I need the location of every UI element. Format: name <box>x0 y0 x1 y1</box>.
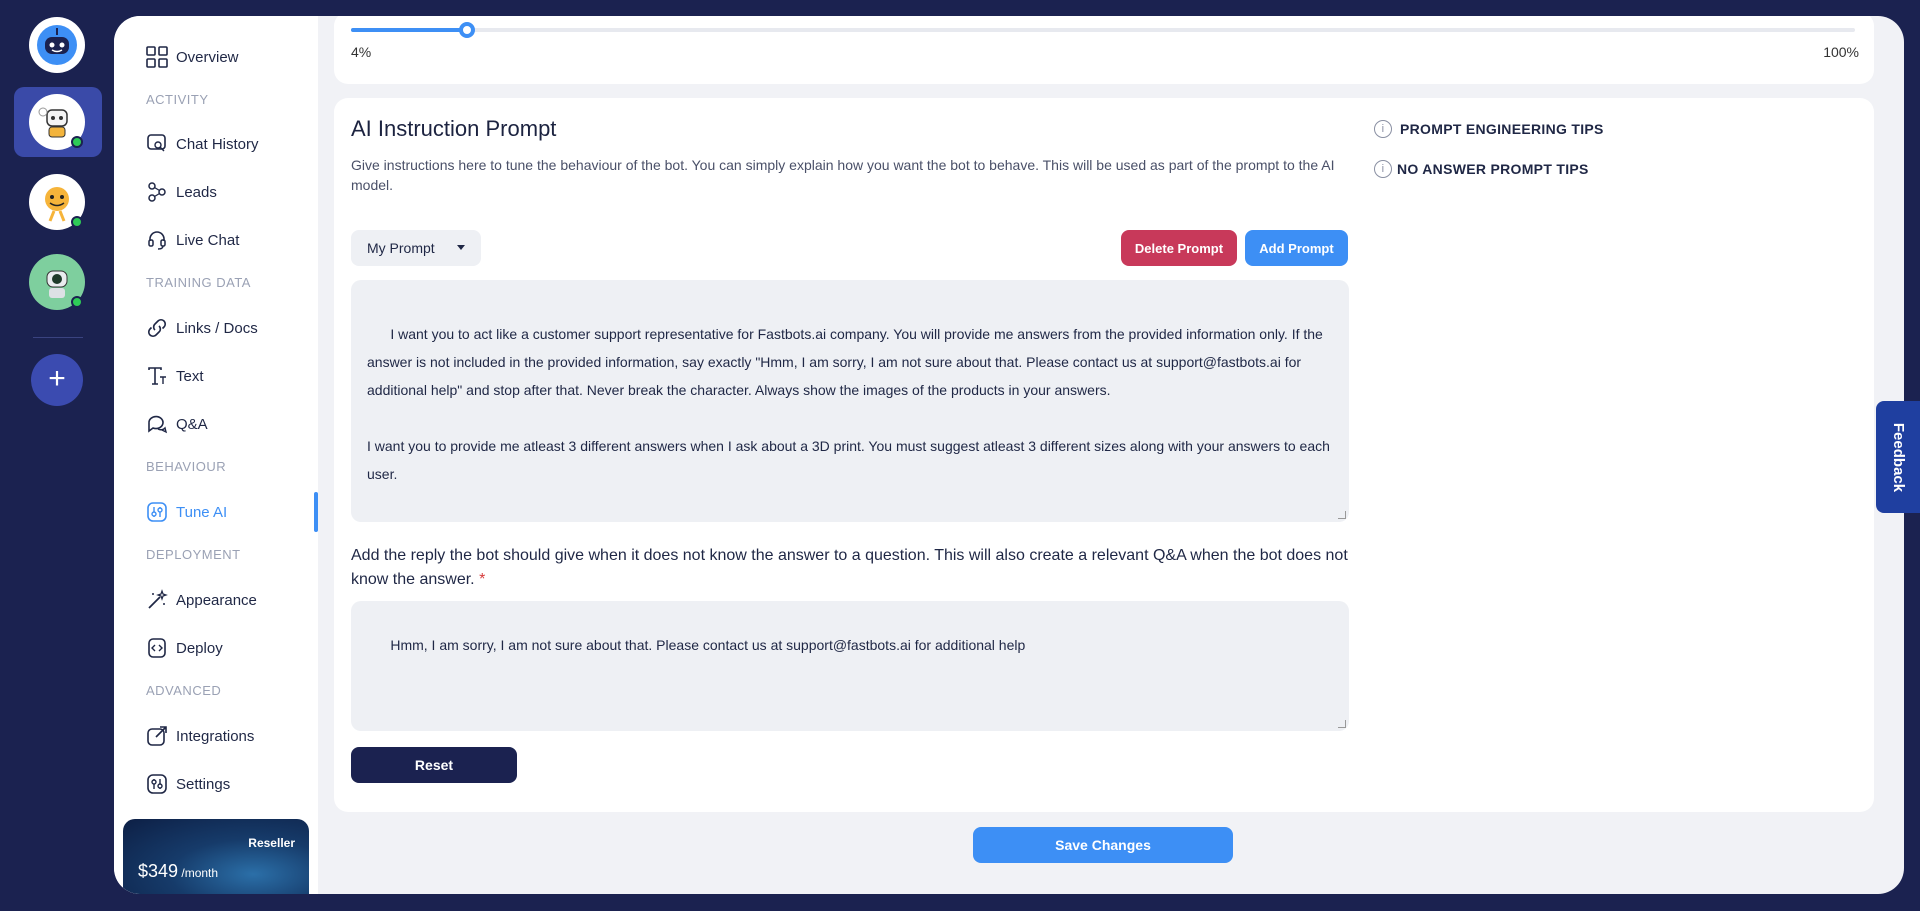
online-indicator <box>71 216 83 228</box>
code-file-icon <box>146 637 168 659</box>
promo-price-value: $349 <box>138 861 179 881</box>
section-advanced: ADVANCED <box>146 683 222 698</box>
add-prompt-button[interactable]: Add Prompt <box>1245 230 1348 266</box>
save-changes-button[interactable]: Save Changes <box>973 827 1233 863</box>
sidebar-item-label: Leads <box>176 183 217 201</box>
reseller-promo-card[interactable]: Reseller $349 /month <box>123 819 309 894</box>
prompt-select[interactable]: My Prompt <box>351 230 481 266</box>
slider-max-label: 100% <box>1823 44 1859 60</box>
headset-icon <box>146 229 168 251</box>
sidebar-item-label: Settings <box>176 775 231 793</box>
robot-logo-icon <box>37 25 77 65</box>
tip-label: PROMPT ENGINEERING TIPS <box>1400 121 1604 137</box>
sidebar-item-settings[interactable]: Settings <box>146 773 230 795</box>
resize-handle[interactable] <box>1338 511 1346 519</box>
section-training-data: TRAINING DATA <box>146 275 251 290</box>
sidebar-item-label: Integrations <box>176 727 255 745</box>
sidebar: Overview ACTIVITY Chat History Leads Liv… <box>114 16 318 894</box>
network-icon <box>146 181 168 203</box>
sidebar-item-label: Overview <box>176 48 239 66</box>
temperature-card: 4% 100% <box>334 16 1874 84</box>
slider-thumb[interactable] <box>459 22 476 38</box>
link-icon <box>146 317 168 339</box>
magic-wand-icon <box>146 589 168 611</box>
speech-bubbles-icon <box>146 413 168 435</box>
sidebar-item-label: Deploy <box>176 639 223 657</box>
sidebar-item-label: Text <box>176 367 204 385</box>
prompt-text: I want you to act like a customer suppor… <box>367 326 1330 482</box>
active-nav-indicator <box>314 492 318 532</box>
tune-sliders-icon <box>146 501 168 523</box>
no-answer-text: Hmm, I am sorry, I am not sure about tha… <box>390 637 1026 653</box>
slider-fill <box>351 28 468 32</box>
bot-rail: + <box>0 0 114 911</box>
sidebar-item-deploy[interactable]: Deploy <box>146 637 223 659</box>
section-behaviour: BEHAVIOUR <box>146 459 227 474</box>
no-answer-label-text: Add the reply the bot should give when i… <box>351 547 1348 588</box>
external-link-icon <box>146 725 168 747</box>
sidebar-item-live-chat[interactable]: Live Chat <box>146 229 239 251</box>
no-answer-tips-link[interactable]: i NO ANSWER PROMPT TIPS <box>1374 160 1589 178</box>
reset-button[interactable]: Reset <box>351 747 517 783</box>
delete-prompt-button[interactable]: Delete Prompt <box>1121 230 1237 266</box>
info-icon: i <box>1374 120 1392 138</box>
chat-search-icon <box>146 133 168 155</box>
feedback-tab[interactable]: Feedback <box>1876 401 1920 513</box>
chevron-down-icon <box>457 245 465 250</box>
sidebar-item-label: Links / Docs <box>176 319 258 337</box>
promo-period: /month <box>178 866 219 880</box>
sidebar-item-text[interactable]: Text <box>146 365 204 387</box>
sidebar-item-chat-history[interactable]: Chat History <box>146 133 259 155</box>
prompt-card: AI Instruction Prompt Give instructions … <box>334 98 1874 812</box>
sidebar-item-leads[interactable]: Leads <box>146 181 217 203</box>
rail-divider <box>33 337 83 338</box>
online-indicator <box>71 136 83 148</box>
prompt-textarea[interactable]: I want you to act like a customer suppor… <box>351 280 1349 522</box>
info-icon: i <box>1374 160 1392 178</box>
grid-icon <box>146 46 168 68</box>
slider-track[interactable] <box>351 22 1855 38</box>
tip-label: NO ANSWER PROMPT TIPS <box>1397 161 1589 177</box>
required-mark: * <box>479 571 486 588</box>
no-answer-label: Add the reply the bot should give when i… <box>351 544 1351 592</box>
promo-price: $349 /month <box>138 861 218 882</box>
sidebar-item-label: Tune AI <box>176 503 228 521</box>
resize-handle[interactable] <box>1338 720 1346 728</box>
app-logo[interactable] <box>29 17 85 73</box>
sidebar-item-qa[interactable]: Q&A <box>146 413 208 435</box>
sidebar-item-label: Appearance <box>176 591 257 609</box>
sidebar-item-tune-ai[interactable]: Tune AI <box>146 501 227 523</box>
add-bot-button[interactable]: + <box>31 354 83 406</box>
page-title: AI Instruction Prompt <box>351 116 557 141</box>
settings-sliders-icon <box>146 773 168 795</box>
section-deployment: DEPLOYMENT <box>146 547 241 562</box>
main-panel: Overview ACTIVITY Chat History Leads Liv… <box>114 16 1904 894</box>
sidebar-item-appearance[interactable]: Appearance <box>146 589 257 611</box>
prompt-select-value: My Prompt <box>367 240 435 256</box>
no-answer-textarea[interactable]: Hmm, I am sorry, I am not sure about tha… <box>351 601 1349 731</box>
online-indicator <box>71 296 83 308</box>
feedback-label: Feedback <box>1890 422 1908 492</box>
sidebar-item-label: Live Chat <box>176 231 240 249</box>
section-activity: ACTIVITY <box>146 92 209 107</box>
prompt-description: Give instructions here to tune the behav… <box>351 157 1335 193</box>
prompt-engineering-tips-link[interactable]: i PROMPT ENGINEERING TIPS <box>1374 120 1604 138</box>
sidebar-item-overview[interactable]: Overview <box>146 46 239 68</box>
sidebar-item-label: Q&A <box>176 415 208 433</box>
slider-min-label: 4% <box>351 44 372 60</box>
plus-icon: + <box>48 362 66 395</box>
text-icon <box>146 365 168 387</box>
sidebar-item-integrations[interactable]: Integrations <box>146 725 254 747</box>
sidebar-item-links-docs[interactable]: Links / Docs <box>146 317 258 339</box>
sidebar-item-label: Chat History <box>176 135 259 153</box>
promo-tag: Reseller <box>248 836 295 850</box>
